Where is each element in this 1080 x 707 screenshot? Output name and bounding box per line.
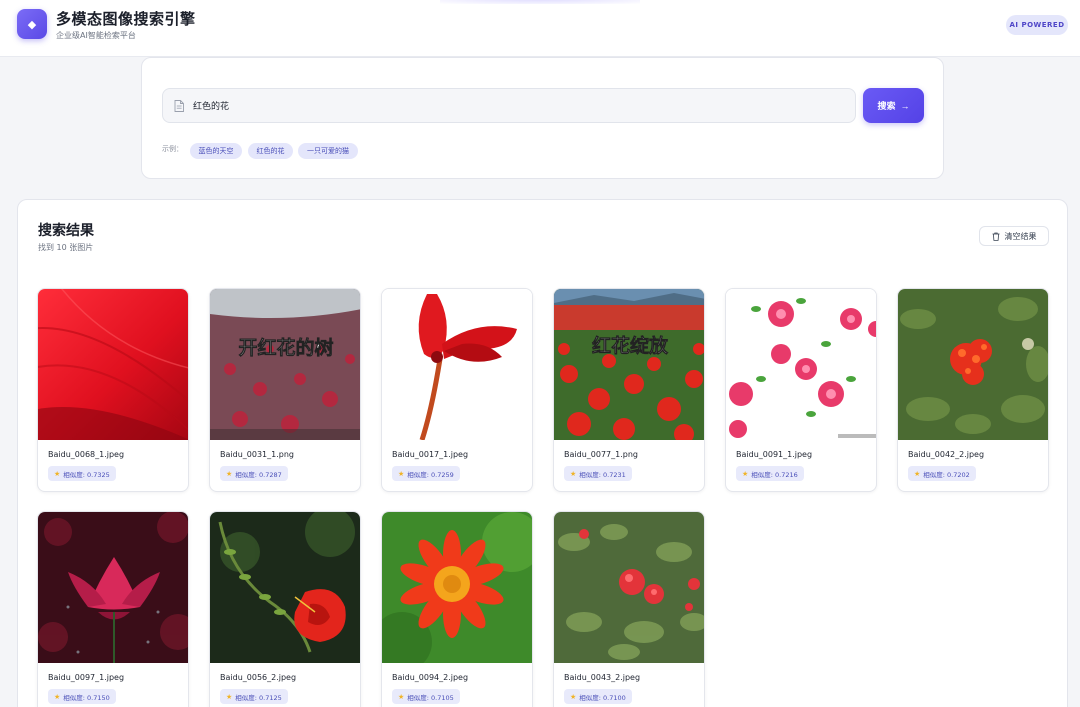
image-overlay-text: 开红花的树: [238, 336, 333, 359]
similarity-score: 相似度: 0.7105: [407, 693, 454, 702]
similarity-score: 相似度: 0.7325: [63, 470, 110, 479]
similarity-badge: ★ 相似度: 0.7259: [392, 466, 460, 481]
search-input-wrapper[interactable]: [162, 88, 856, 123]
results-count: 找到 10 张图片: [38, 243, 94, 252]
result-image[interactable]: [726, 289, 876, 440]
result-filename: Baidu_0042_2.jpeg: [908, 450, 985, 459]
similarity-badge: ★ 相似度: 0.7231: [564, 466, 632, 481]
star-icon: ★: [742, 469, 749, 478]
clear-results-button[interactable]: 清空结果: [979, 226, 1049, 246]
result-image[interactable]: [554, 512, 704, 663]
result-card[interactable]: 红花绽放 Baidu_0077_1.png ★ 相似度: 0.7231: [553, 288, 705, 492]
result-filename: Baidu_0091_1.jpeg: [736, 450, 813, 459]
result-filename: Baidu_0077_1.png: [564, 450, 638, 459]
result-image[interactable]: [382, 289, 532, 440]
result-card[interactable]: Baidu_0094_2.jpeg ★ 相似度: 0.7105: [381, 511, 533, 707]
search-button-label: 搜索: [877, 101, 896, 111]
similarity-score: 相似度: 0.7231: [579, 470, 626, 479]
result-filename: Baidu_0097_1.jpeg: [48, 673, 125, 682]
similarity-badge: ★ 相似度: 0.7150: [48, 689, 116, 704]
similarity-score: 相似度: 0.7150: [63, 693, 110, 702]
search-card: 搜索 → 示例： 蓝色的天空 红色的花 一只可爱的猫: [141, 57, 944, 179]
similarity-score: 相似度: 0.7259: [407, 470, 454, 479]
app-subtitle: 企业级AI智能检索平台: [56, 31, 136, 40]
app-header: ◆ 多模态图像搜索引擎 企业级AI智能检索平台 AI POWERED: [0, 0, 1080, 57]
result-filename: Baidu_0017_1.jpeg: [392, 450, 469, 459]
result-card[interactable]: Baidu_0091_1.jpeg ★ 相似度: 0.7216: [725, 288, 877, 492]
result-card[interactable]: 开红花的树 Baidu_0031_1.png ★ 相似度: 0.7287: [209, 288, 361, 492]
result-card[interactable]: Baidu_0097_1.jpeg ★ 相似度: 0.7150: [37, 511, 189, 707]
star-icon: ★: [398, 469, 405, 478]
similarity-badge: ★ 相似度: 0.7216: [736, 466, 804, 481]
trash-icon: [992, 232, 999, 241]
clear-results-label: 清空结果: [1004, 231, 1037, 241]
similarity-score: 相似度: 0.7100: [579, 693, 626, 702]
result-filename: Baidu_0056_2.jpeg: [220, 673, 297, 682]
similarity-badge: ★ 相似度: 0.7100: [564, 689, 632, 704]
sparkle-icon: ◆: [27, 17, 37, 31]
result-filename: Baidu_0043_2.jpeg: [564, 673, 641, 682]
similarity-badge: ★ 相似度: 0.7105: [392, 689, 460, 704]
result-image[interactable]: [38, 289, 188, 440]
similarity-score: 相似度: 0.7125: [235, 693, 282, 702]
result-image[interactable]: 开红花的树: [210, 289, 360, 440]
result-card[interactable]: Baidu_0056_2.jpeg ★ 相似度: 0.7125: [209, 511, 361, 707]
header-glow: [440, 0, 640, 4]
result-filename: Baidu_0031_1.png: [220, 450, 294, 459]
star-icon: ★: [570, 469, 577, 478]
similarity-badge: ★ 相似度: 0.7125: [220, 689, 288, 704]
app-logo: ◆: [17, 9, 47, 39]
result-filename: Baidu_0094_2.jpeg: [392, 673, 469, 682]
result-image[interactable]: 红花绽放: [554, 289, 704, 440]
result-card[interactable]: Baidu_0017_1.jpeg ★ 相似度: 0.7259: [381, 288, 533, 492]
result-image[interactable]: [210, 512, 360, 663]
similarity-badge: ★ 相似度: 0.7202: [908, 466, 976, 481]
similarity-badge: ★ 相似度: 0.7325: [48, 466, 116, 481]
star-icon: ★: [226, 469, 233, 478]
result-card[interactable]: Baidu_0068_1.jpeg ★ 相似度: 0.7325: [37, 288, 189, 492]
result-card[interactable]: Baidu_0043_2.jpeg ★ 相似度: 0.7100: [553, 511, 705, 707]
star-icon: ★: [914, 469, 921, 478]
star-icon: ★: [570, 692, 577, 701]
search-button[interactable]: 搜索 →: [863, 88, 924, 123]
result-image[interactable]: [382, 512, 532, 663]
example-chip-sky[interactable]: 蓝色的天空: [190, 143, 242, 159]
search-input[interactable]: [193, 89, 843, 122]
example-chip-flower[interactable]: 红色的花: [248, 143, 293, 159]
similarity-score: 相似度: 0.7287: [235, 470, 282, 479]
result-image[interactable]: [38, 512, 188, 663]
star-icon: ★: [54, 469, 61, 478]
example-chip-cat[interactable]: 一只可爱的猫: [298, 143, 358, 159]
similarity-score: 相似度: 0.7202: [923, 470, 970, 479]
star-icon: ★: [226, 692, 233, 701]
similarity-badge: ★ 相似度: 0.7287: [220, 466, 288, 481]
results-title: 搜索结果: [38, 223, 94, 239]
result-filename: Baidu_0068_1.jpeg: [48, 450, 125, 459]
app-title: 多模态图像搜索引擎: [56, 10, 196, 28]
document-icon: [174, 100, 184, 112]
ai-powered-badge: AI POWERED: [1006, 15, 1068, 35]
arrow-right-icon: →: [900, 100, 910, 111]
star-icon: ★: [398, 692, 405, 701]
examples-label: 示例：: [162, 145, 183, 153]
image-overlay-text: 红花绽放: [592, 334, 669, 357]
result-image[interactable]: [898, 289, 1048, 440]
similarity-score: 相似度: 0.7216: [751, 470, 798, 479]
result-card[interactable]: Baidu_0042_2.jpeg ★ 相似度: 0.7202: [897, 288, 1049, 492]
star-icon: ★: [54, 692, 61, 701]
results-panel: 搜索结果 找到 10 张图片 清空结果 Baidu_0068_1.jpeg ★ …: [17, 199, 1068, 707]
